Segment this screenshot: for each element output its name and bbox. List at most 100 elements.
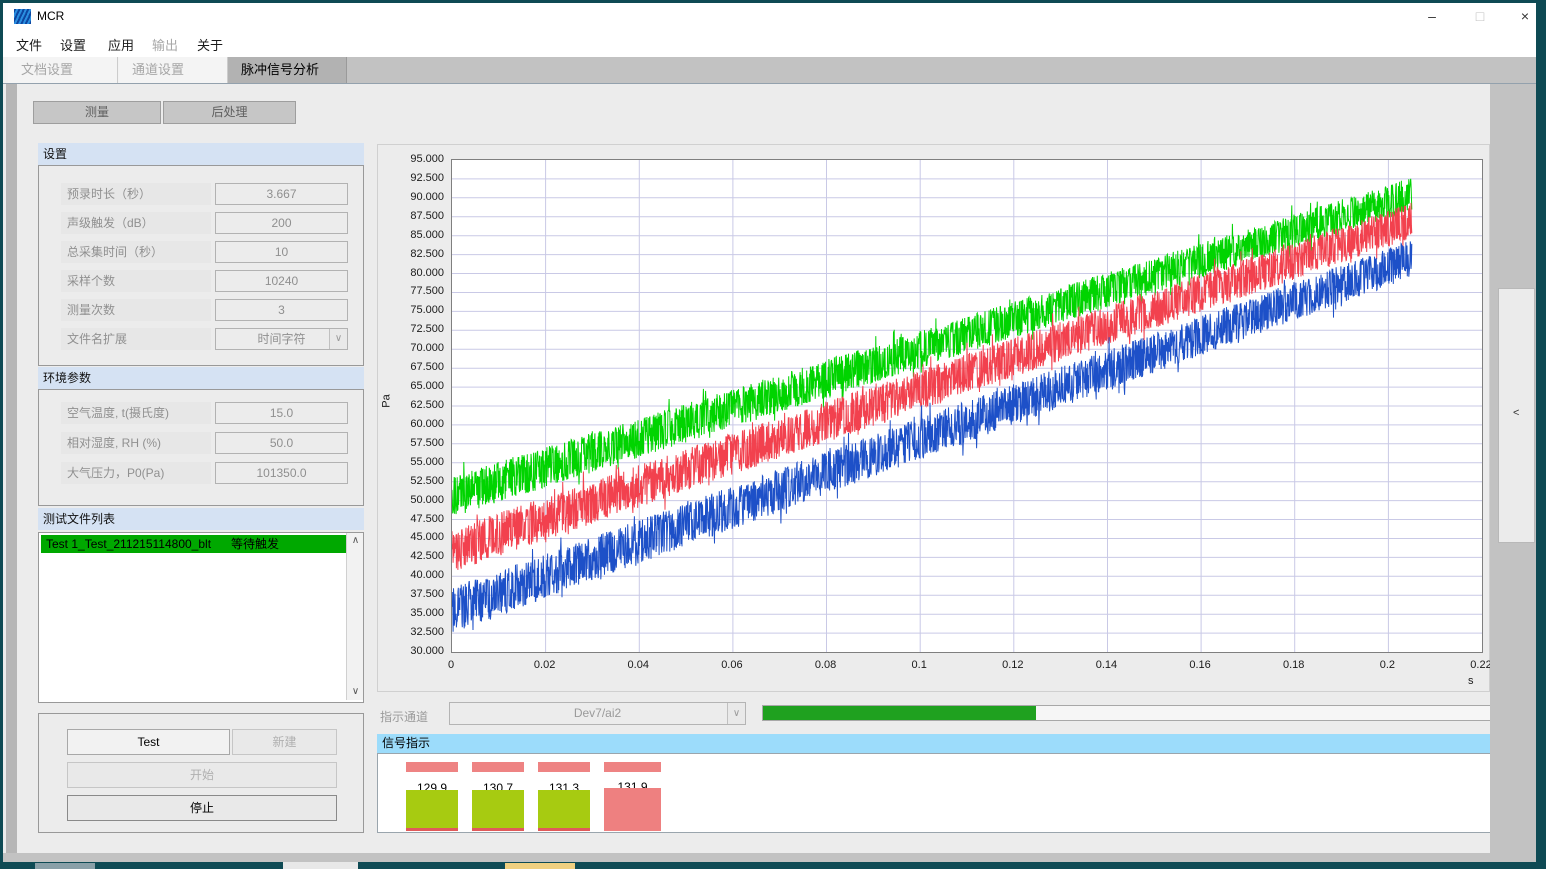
dropdown-value: Dev7/ai2 [574,706,621,720]
field-label: 大气压力，P0(Pa) [61,462,211,484]
trigger-level-field[interactable]: 200 [215,212,348,234]
close-button[interactable]: × [1508,3,1542,30]
measure-times-field[interactable]: 3 [215,299,348,321]
settings-row: 声级触发（dB） 200 [61,212,363,234]
sample-count-field[interactable]: 10240 [215,270,348,292]
chevron-down-icon[interactable]: ∨ [727,703,745,724]
plot-area [451,159,1483,653]
x-tick-label: 0.08 [804,659,848,671]
menu-apply[interactable]: 应用 [108,35,134,54]
signal-traces [452,160,1482,652]
pressure-field[interactable]: 101350.0 [215,462,348,484]
field-label: 相对湿度, RH (%) [61,432,211,454]
settings-header: 设置 [38,143,364,165]
x-tick-label: 0.02 [523,659,567,671]
field-label: 声级触发（dB） [61,212,211,234]
tab-strip-rest [228,57,1536,83]
y-tick-label: 72.500 [386,323,444,335]
y-tick-label: 75.000 [386,304,444,316]
menu-settings[interactable]: 设置 [60,35,86,54]
menu-about[interactable]: 关于 [197,35,223,54]
air-temperature-field[interactable]: 15.0 [215,402,348,424]
y-tick-label: 65.000 [386,380,444,392]
minimize-button[interactable]: – [1415,3,1449,30]
tab-channel-settings[interactable]: 通道设置 [119,57,228,83]
test-name-input[interactable]: Test [67,729,230,755]
tab-pulse-analysis[interactable]: 脉冲信号分析 [228,57,347,83]
x-tick-label: 0.18 [1272,659,1316,671]
bottom-edge-strip [3,853,1536,862]
scroll-up-icon[interactable]: ∧ [347,533,364,549]
y-tick-label: 57.500 [386,437,444,449]
tab-bar: 文档设置 通道设置 脉冲信号分析 [3,57,1536,84]
y-tick-label: 55.000 [386,456,444,468]
x-tick-label: 0.12 [991,659,1035,671]
y-tick-label: 82.500 [386,248,444,260]
y-tick-label: 40.000 [386,569,444,581]
file-name: Test 1_Test_211215114800_blt [46,535,211,553]
environment-row: 相对湿度, RH (%) 50.0 [61,432,363,454]
start-button: 开始 [67,762,337,788]
x-tick-label: 0.06 [710,659,754,671]
signal-topbar [538,762,590,772]
app-window: MCR – □ × 文件 设置 应用 输出 关于 文档设置 通道设置 脉冲信号分… [3,3,1536,862]
indicator-channel-dropdown[interactable]: Dev7/ai2 ∨ [449,702,746,725]
field-label: 文件名扩展 [61,328,211,350]
menu-file[interactable]: 文件 [16,35,42,54]
signal-level-tile [472,790,524,831]
y-tick-label: 67.500 [386,361,444,373]
y-tick-label: 62.500 [386,399,444,411]
x-tick-label: 0.14 [1084,659,1128,671]
file-status: 等待触发 [231,535,279,553]
signal-level-tile [604,788,661,831]
stop-button[interactable]: 停止 [67,795,337,821]
humidity-field[interactable]: 50.0 [215,432,348,454]
signal-topbar [604,762,661,772]
dropdown-value: 时间字符 [257,332,305,346]
file-list-row[interactable]: Test 1_Test_211215114800_blt 等待触发 [41,535,347,553]
signal-level-tile [406,790,458,831]
y-tick-label: 47.500 [386,513,444,525]
y-tick-label: 52.500 [386,475,444,487]
taskbar-fragment [35,863,95,869]
y-tick-label: 87.500 [386,210,444,222]
settings-row: 总采集时间（秒） 10 [61,241,363,263]
total-time-field[interactable]: 10 [215,241,348,263]
environment-box: 空气温度, t(摄氏度) 15.0 相对湿度, RH (%) 50.0 大气压力… [38,389,364,506]
menu-bar: 文件 设置 应用 输出 关于 [3,30,1536,57]
settings-row: 采样个数 10240 [61,270,363,292]
maximize-button[interactable]: □ [1463,3,1497,30]
y-tick-label: 30.000 [386,645,444,657]
y-tick-label: 95.000 [386,153,444,165]
file-list-scrollbar[interactable]: ∧ ∨ [346,533,363,700]
y-tick-label: 32.500 [386,626,444,638]
waveform-chart: 95.00092.50090.00087.50085.00082.50080.0… [377,144,1490,692]
tab-document-settings[interactable]: 文档设置 [8,57,118,83]
prerecord-duration-field[interactable]: 3.667 [215,183,348,205]
collapse-splitter[interactable]: < [1498,288,1535,543]
new-button: 新建 [232,729,337,755]
test-file-list[interactable]: Test 1_Test_211215114800_blt 等待触发 ∧ ∨ [38,532,364,703]
y-tick-label: 90.000 [386,191,444,203]
menu-output: 输出 [152,35,178,54]
chevron-left-icon: < [1513,407,1519,419]
y-tick-label: 35.000 [386,607,444,619]
signal-indicator-panel: 129.9 130.7 131.3 131.9 [377,753,1504,833]
y-tick-label: 42.500 [386,550,444,562]
settings-row: 测量次数 3 [61,299,363,321]
indicator-channel-label: 指示通道 [380,708,428,725]
signal-level-tile [538,790,590,831]
scroll-down-icon[interactable]: ∨ [347,684,364,700]
chevron-down-icon[interactable]: ∨ [329,329,347,349]
field-label: 测量次数 [61,299,211,321]
postprocess-button[interactable]: 后处理 [163,101,296,124]
environment-row: 空气温度, t(摄氏度) 15.0 [61,402,363,424]
measure-button[interactable]: 测量 [33,101,161,124]
progress-bar [762,705,1502,721]
filename-ext-dropdown[interactable]: 时间字符 ∨ [215,328,348,350]
signal-indicator-header: 信号指示 [377,734,1504,753]
window-title: MCR [37,9,64,23]
field-label: 空气温度, t(摄氏度) [61,402,211,424]
y-tick-label: 77.500 [386,285,444,297]
app-icon [14,9,31,24]
